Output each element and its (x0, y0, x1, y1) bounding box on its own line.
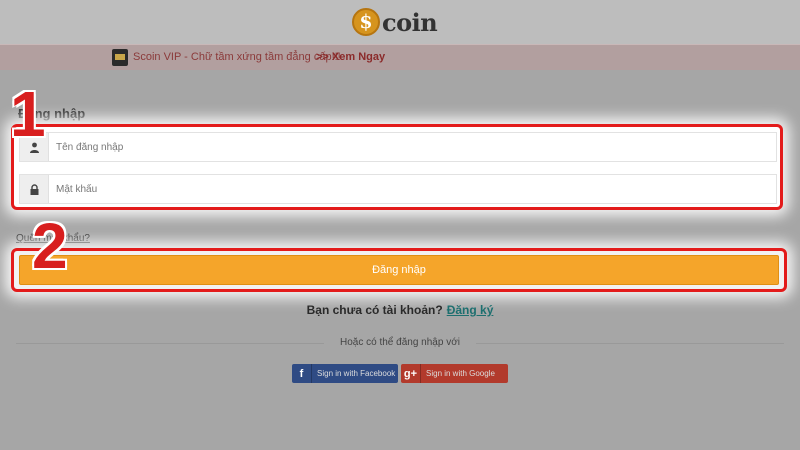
google-signin-label: Sign in with Google (426, 369, 495, 378)
login-button[interactable]: Đăng nhập (19, 255, 779, 285)
username-input[interactable] (56, 133, 766, 161)
password-field[interactable] (19, 174, 777, 204)
promo-text: Scoin VIP - Chữ tầm xứng tầm đẳng cấp!!! (133, 51, 341, 63)
lock-icon (20, 175, 49, 203)
google-signin-button[interactable]: g+ Sign in with Google (401, 364, 508, 383)
facebook-signin-label: Sign in with Facebook (317, 369, 396, 378)
facebook-signin-button[interactable]: f Sign in with Facebook (292, 364, 398, 383)
divider-right (476, 343, 784, 344)
register-prompt-line: Bạn chưa có tài khoản? Đăng ký (0, 303, 800, 317)
password-input[interactable] (56, 175, 766, 203)
username-field[interactable] (19, 132, 777, 162)
promo-link[interactable]: >> Xem Ngay (316, 51, 385, 63)
register-prompt: Bạn chưa có tài khoản? (306, 303, 443, 317)
credentials-highlight (11, 124, 783, 210)
register-link[interactable]: Đăng ký (447, 303, 494, 317)
vip-card-icon (112, 49, 128, 66)
google-plus-icon: g+ (401, 364, 421, 383)
submit-highlight: Đăng nhập (11, 248, 787, 292)
step-1-marker: 1 (10, 78, 46, 150)
coin-icon: $ (352, 8, 380, 36)
logo-text: coin (382, 7, 438, 37)
promo-bar: Scoin VIP - Chữ tầm xứng tầm đẳng cấp!!!… (0, 44, 800, 70)
scoin-logo[interactable]: $ coin (352, 6, 438, 38)
top-header: $ coin (0, 0, 800, 44)
facebook-icon: f (292, 364, 312, 383)
step-2-marker: 2 (32, 210, 68, 282)
